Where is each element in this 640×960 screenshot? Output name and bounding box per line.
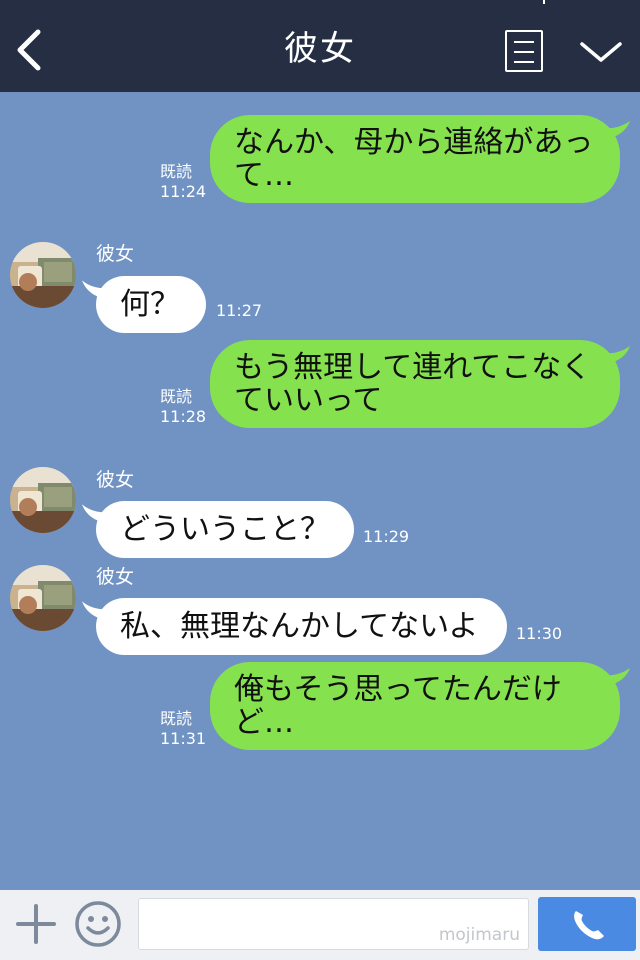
message-time: 11:31 <box>160 729 207 748</box>
chat-header: 彼女 <box>0 0 640 92</box>
message-bubble-outgoing[interactable]: なんか、母から連絡があって… <box>210 115 620 203</box>
chat-title: 彼女 <box>284 29 356 69</box>
call-button[interactable] <box>538 897 636 951</box>
bubble-tail <box>606 346 630 363</box>
bubble-tail <box>606 121 630 138</box>
sender-name: 彼女 <box>96 469 135 491</box>
message-bubble-outgoing[interactable]: もう無理して連れてこなくていいって <box>210 340 620 428</box>
smiley-icon[interactable] <box>74 900 122 948</box>
avatar[interactable] <box>10 242 76 308</box>
message-composer: mojimaru <box>0 890 640 960</box>
bubble-tail <box>606 668 630 685</box>
read-receipt: 既読 <box>160 709 193 728</box>
message-time: 11:28 <box>160 407 207 426</box>
chat-area[interactable]: 既読 11:24 なんか、母から連絡があって… 彼女 何？ 11:27 既読 1… <box>0 92 640 890</box>
message-meta: 既読 11:31 <box>160 709 206 749</box>
message-time: 11:29 <box>363 527 410 546</box>
avatar[interactable] <box>10 467 76 533</box>
chevron-down-icon[interactable] <box>576 34 626 68</box>
message-bubble-outgoing[interactable]: 俺もそう思ってたんだけど… <box>210 662 620 750</box>
sender-name: 彼女 <box>96 566 135 588</box>
message-meta: 既読 11:24 <box>160 162 206 202</box>
plus-icon[interactable] <box>14 902 58 946</box>
list-icon[interactable] <box>505 30 543 72</box>
message-time: 11:27 <box>216 301 263 320</box>
message-bubble-incoming[interactable]: どういうこと？ <box>96 501 354 558</box>
read-receipt: 既読 <box>160 387 193 406</box>
status-tick <box>543 0 545 4</box>
message-bubble-incoming[interactable]: 私、無理なんかしてないよ <box>96 598 507 655</box>
message-time: 11:30 <box>516 624 563 643</box>
avatar[interactable] <box>10 565 76 631</box>
phone-icon <box>574 911 604 940</box>
sender-name: 彼女 <box>96 243 135 265</box>
message-meta: 既読 11:28 <box>160 387 206 427</box>
watermark-text: mojimaru <box>438 925 520 945</box>
message-time: 11:24 <box>160 182 207 201</box>
message-input[interactable]: mojimaru <box>138 898 529 950</box>
read-receipt: 既読 <box>160 162 193 181</box>
message-bubble-incoming[interactable]: 何？ <box>96 276 206 333</box>
